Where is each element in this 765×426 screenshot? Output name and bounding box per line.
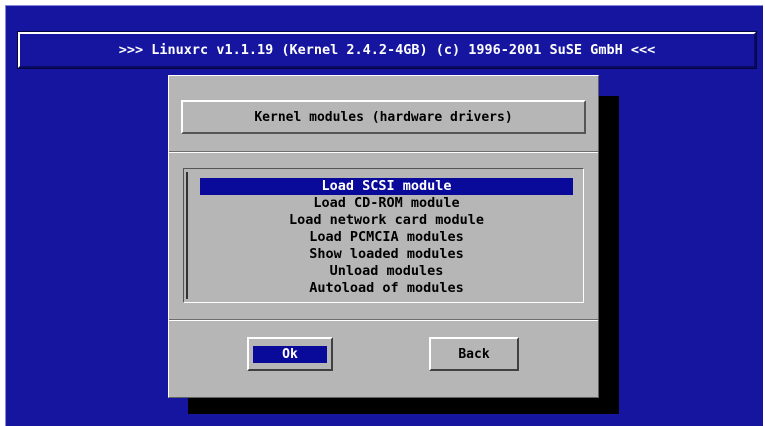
menu-item-load-scsi[interactable]: Load SCSI module bbox=[200, 178, 573, 195]
title-text: >>> Linuxrc v1.1.19 (Kernel 2.4.2-4GB) (… bbox=[118, 42, 656, 58]
menu-item-show-loaded[interactable]: Show loaded modules bbox=[200, 246, 573, 263]
menu-item-unload[interactable]: Unload modules bbox=[200, 263, 573, 280]
separator bbox=[169, 319, 598, 321]
menu-item-load-pcmcia[interactable]: Load PCMCIA modules bbox=[200, 229, 573, 246]
dialog-title-text: Kernel modules (hardware drivers) bbox=[254, 109, 513, 125]
kernel-modules-dialog: Kernel modules (hardware drivers) Load S… bbox=[168, 75, 599, 398]
menu-list: Load SCSI module Load CD-ROM module Load… bbox=[200, 178, 573, 297]
menu-frame: Load SCSI module Load CD-ROM module Load… bbox=[186, 172, 581, 299]
ok-button[interactable]: Ok bbox=[247, 337, 333, 371]
separator bbox=[169, 151, 598, 153]
menu-item-load-cdrom[interactable]: Load CD-ROM module bbox=[200, 195, 573, 212]
title-bar: >>> Linuxrc v1.1.19 (Kernel 2.4.2-4GB) (… bbox=[17, 31, 757, 69]
menu-item-load-network-card[interactable]: Load network card module bbox=[200, 212, 573, 229]
back-button[interactable]: Back bbox=[429, 337, 519, 371]
ok-button-label: Ok bbox=[253, 345, 327, 363]
menu-item-autoload[interactable]: Autoload of modules bbox=[200, 280, 573, 297]
back-button-label: Back bbox=[458, 346, 490, 362]
module-menu: Load SCSI module Load CD-ROM module Load… bbox=[183, 168, 584, 303]
dialog-title: Kernel modules (hardware drivers) bbox=[181, 100, 586, 134]
